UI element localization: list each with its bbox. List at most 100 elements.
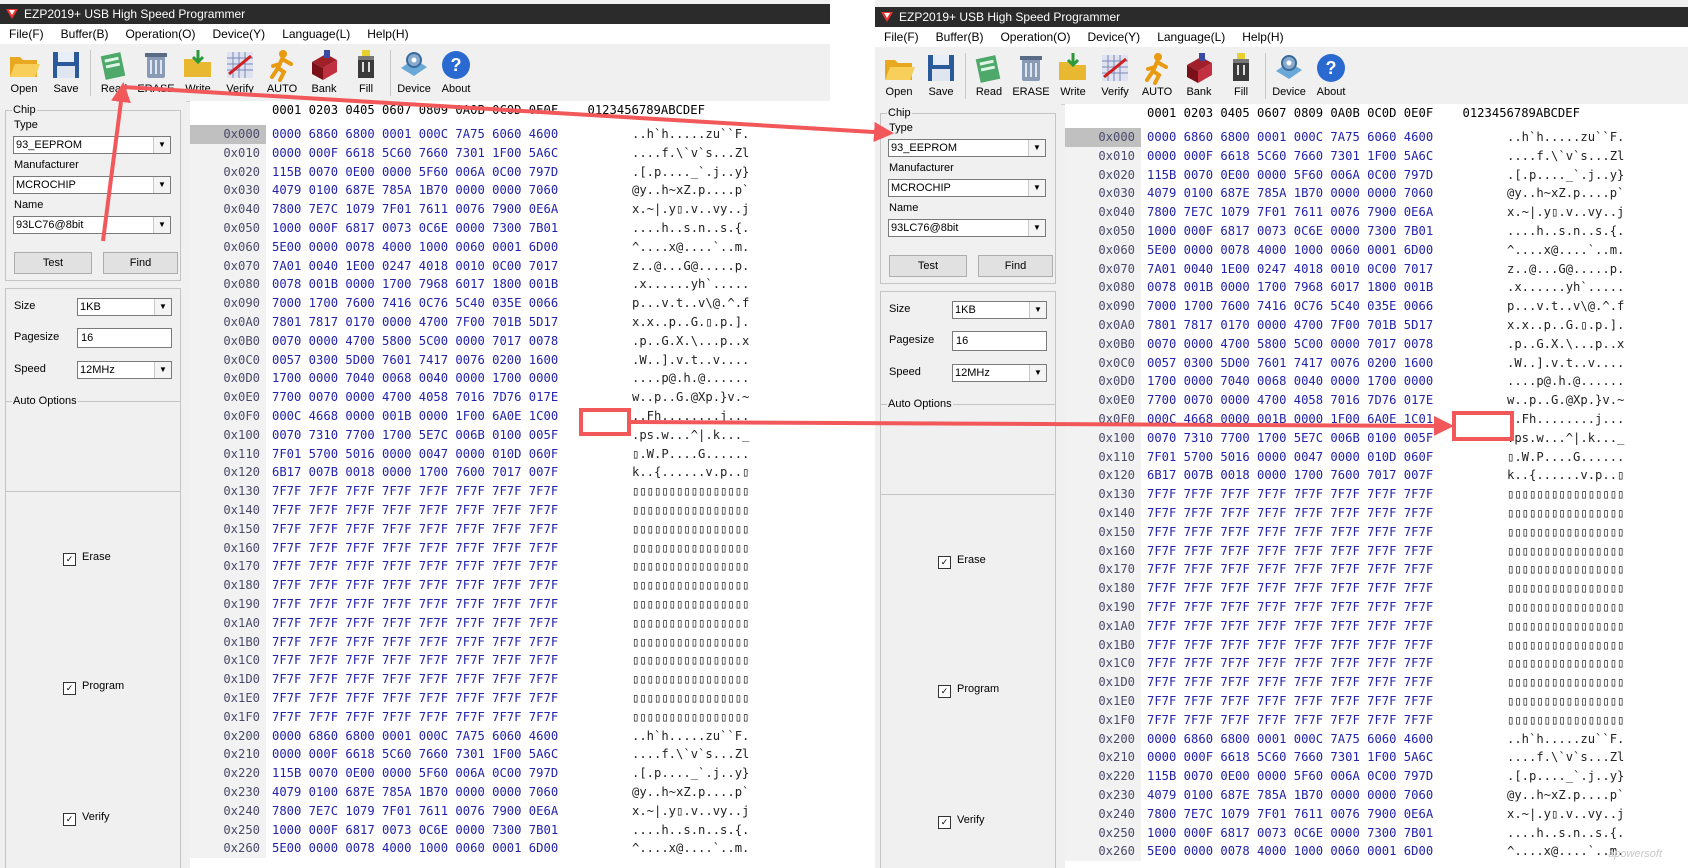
hex-row[interactable]: 0x170 7F7F 7F7F 7F7F 7F7F 7F7F 7F7F 7F7F … xyxy=(1065,560,1688,580)
hex-row-bytes[interactable]: 7F7F 7F7F 7F7F 7F7F 7F7F 7F7F 7F7F 7F7F xyxy=(272,539,558,558)
hex-row-bytes[interactable]: 1000 000F 6817 0073 0C6E 0000 7300 7B01 xyxy=(1147,824,1433,843)
bank-button[interactable]: Bank xyxy=(1179,51,1219,101)
hex-row[interactable]: 0x080 0078 001B 0000 1700 7968 6017 1800 … xyxy=(1065,278,1688,298)
hex-row[interactable]: 0x060 5E00 0000 0078 4000 1000 0060 0001 … xyxy=(1065,240,1688,260)
chevron-down-icon[interactable]: ▼ xyxy=(154,299,171,315)
hex-row-bytes[interactable]: 000C 4668 0000 001B 0000 1F00 6A0E 1C00 xyxy=(272,407,558,426)
menu-file[interactable]: File(F) xyxy=(0,24,52,41)
hex-row-bytes[interactable]: 7F7F 7F7F 7F7F 7F7F 7F7F 7F7F 7F7F 7F7F xyxy=(1147,654,1433,673)
hex-row[interactable]: 0x050 1000 000F 6817 0073 0C6E 0000 7300 … xyxy=(190,219,830,238)
pagesize-field[interactable]: 16 xyxy=(77,328,172,348)
write-button[interactable]: Write xyxy=(178,48,218,98)
hex-row[interactable]: 0x1F0 7F7F 7F7F 7F7F 7F7F 7F7F 7F7F 7F7F … xyxy=(1065,710,1688,730)
hex-row-bytes[interactable]: 7000 1700 7600 7416 0C76 5C40 035E 0066 xyxy=(272,294,558,313)
hex-row[interactable]: 0x230 4079 0100 687E 785A 1B70 0000 0000 … xyxy=(190,783,830,802)
hex-row-bytes[interactable]: 0000 6860 6800 0001 000C 7A75 6060 4600 xyxy=(272,727,558,746)
hex-row-bytes[interactable]: 0078 001B 0000 1700 7968 6017 1800 001B xyxy=(1147,278,1433,297)
hex-row[interactable]: 0x140 7F7F 7F7F 7F7F 7F7F 7F7F 7F7F 7F7F … xyxy=(190,501,830,520)
hex-row-bytes[interactable]: 0057 0300 5D00 7601 7417 0076 0200 1600 xyxy=(272,351,558,370)
hex-row-bytes[interactable]: 4079 0100 687E 785A 1B70 0000 0000 7060 xyxy=(272,783,558,802)
hex-row[interactable]: 0x1F0 7F7F 7F7F 7F7F 7F7F 7F7F 7F7F 7F7F … xyxy=(190,707,830,727)
hex-row-bytes[interactable]: 7F7F 7F7F 7F7F 7F7F 7F7F 7F7F 7F7F 7F7F xyxy=(272,689,558,708)
hex-editor[interactable]: 0001 0203 0405 0607 0809 0A0B 0C0D 0E0F … xyxy=(190,101,830,868)
menu-operation[interactable]: Operation(O) xyxy=(991,27,1078,44)
hex-row[interactable]: 0x100 0070 7310 7700 1700 5E7C 006B 0100 … xyxy=(1065,428,1688,448)
test-button[interactable]: Test xyxy=(14,252,92,274)
hex-row-bytes[interactable]: 7800 7E7C 1079 7F01 7611 0076 7900 0E6A xyxy=(272,200,558,219)
hex-row-bytes[interactable]: 0070 7310 7700 1700 5E7C 006B 0100 005F xyxy=(272,426,558,445)
device-button[interactable]: Device xyxy=(1269,51,1309,101)
hex-row-bytes[interactable]: 7800 7E7C 1079 7F01 7611 0076 7900 0E6A xyxy=(1147,203,1433,222)
hex-row[interactable]: 0x0E0 7700 0070 0000 4700 4058 7016 7D76 … xyxy=(1065,391,1688,410)
hex-row-bytes[interactable]: 7F7F 7F7F 7F7F 7F7F 7F7F 7F7F 7F7F 7F7F xyxy=(272,595,558,614)
hex-row-bytes[interactable]: 7F7F 7F7F 7F7F 7F7F 7F7F 7F7F 7F7F 7F7F xyxy=(272,708,558,727)
hex-row[interactable]: 0x000 0000 6860 6800 0001 000C 7A75 6060 … xyxy=(190,125,830,144)
hex-row-bytes[interactable]: 0070 0000 4700 5800 5C00 0000 7017 0078 xyxy=(1147,335,1433,354)
hex-row[interactable]: 0x260 5E00 0000 0078 4000 1000 0060 0001 … xyxy=(190,839,830,859)
chevron-down-icon[interactable]: ▼ xyxy=(1028,180,1045,196)
hex-row[interactable]: 0x020 115B 0070 0E00 0000 5F60 006A 0C00 … xyxy=(1065,165,1688,185)
hex-row[interactable]: 0x250 1000 000F 6817 0073 0C6E 0000 7300 … xyxy=(190,820,830,840)
auto-button[interactable]: AUTO xyxy=(1137,51,1177,101)
hex-row-bytes[interactable]: 7F7F 7F7F 7F7F 7F7F 7F7F 7F7F 7F7F 7F7F xyxy=(1147,711,1433,730)
hex-row-bytes[interactable]: 0000 6860 6800 0001 000C 7A75 6060 4600 xyxy=(1147,730,1433,749)
hex-row[interactable]: 0x1D0 7F7F 7F7F 7F7F 7F7F 7F7F 7F7F 7F7F … xyxy=(190,670,830,689)
chip-name-select[interactable]: 93LC76@8bit ▼ xyxy=(888,219,1046,237)
hex-row-bytes[interactable]: 7700 0070 0000 4700 4058 7016 7D76 017E xyxy=(272,388,558,407)
save-button[interactable]: Save xyxy=(921,51,961,101)
hex-row[interactable]: 0x180 7F7F 7F7F 7F7F 7F7F 7F7F 7F7F 7F7F … xyxy=(1065,579,1688,598)
chip-name-select[interactable]: 93LC76@8bit ▼ xyxy=(13,216,171,234)
hex-row-bytes[interactable]: 4079 0100 687E 785A 1B70 0000 0000 7060 xyxy=(272,181,558,200)
type-select[interactable]: 93_EEPROM ▼ xyxy=(888,139,1046,157)
hex-row[interactable]: 0x220 115B 0070 0E00 0000 5F60 006A 0C00 … xyxy=(1065,767,1688,786)
hex-row[interactable]: 0x240 7800 7E7C 1079 7F01 7611 0076 7900 … xyxy=(1065,804,1688,824)
hex-row[interactable]: 0x130 7F7F 7F7F 7F7F 7F7F 7F7F 7F7F 7F7F … xyxy=(1065,485,1688,504)
hex-row-bytes[interactable]: 0000 000F 6618 5C60 7660 7301 1F00 5A6C xyxy=(272,745,558,764)
open-button[interactable]: Open xyxy=(879,51,919,101)
hex-row[interactable]: 0x210 0000 000F 6618 5C60 7660 7301 1F00 … xyxy=(190,745,830,765)
hex-row[interactable]: 0x020 115B 0070 0E00 0000 5F60 006A 0C00 … xyxy=(190,162,830,182)
hex-row[interactable]: 0x1A0 7F7F 7F7F 7F7F 7F7F 7F7F 7F7F 7F7F … xyxy=(1065,616,1688,636)
hex-row[interactable]: 0x0D0 1700 0000 7040 0068 0040 0000 1700 … xyxy=(190,369,830,389)
hex-row[interactable]: 0x160 7F7F 7F7F 7F7F 7F7F 7F7F 7F7F 7F7F … xyxy=(190,538,830,558)
manufacturer-select[interactable]: MCROCHIP ▼ xyxy=(13,176,171,194)
type-select[interactable]: 93_EEPROM ▼ xyxy=(13,136,171,154)
hex-row-bytes[interactable]: 7700 0070 0000 4700 4058 7016 7D76 017E xyxy=(1147,391,1433,410)
hex-row[interactable]: 0x090 7000 1700 7600 7416 0C76 5C40 035E … xyxy=(190,294,830,313)
hex-row[interactable]: 0x0C0 0057 0300 5D00 7601 7417 0076 0200 … xyxy=(1065,353,1688,373)
hex-row-bytes[interactable]: 115B 0070 0E00 0000 5F60 006A 0C00 797D xyxy=(272,163,558,182)
hex-row[interactable]: 0x230 4079 0100 687E 785A 1B70 0000 0000 … xyxy=(1065,786,1688,805)
hex-row-bytes[interactable]: 0000 6860 6800 0001 000C 7A75 6060 4600 xyxy=(272,125,558,144)
hex-row-bytes[interactable]: 7801 7817 0170 0000 4700 7F00 701B 5D17 xyxy=(272,313,558,332)
verify-checkbox[interactable]: ✓ Verify xyxy=(63,811,110,826)
hex-row-bytes[interactable]: 7F7F 7F7F 7F7F 7F7F 7F7F 7F7F 7F7F 7F7F xyxy=(272,557,558,576)
hex-row[interactable]: 0x1A0 7F7F 7F7F 7F7F 7F7F 7F7F 7F7F 7F7F … xyxy=(190,613,830,633)
hex-row-bytes[interactable]: 7801 7817 0170 0000 4700 7F00 701B 5D17 xyxy=(1147,316,1433,335)
hex-row-bytes[interactable]: 7F7F 7F7F 7F7F 7F7F 7F7F 7F7F 7F7F 7F7F xyxy=(1147,542,1433,561)
size-select[interactable]: 1KB ▼ xyxy=(77,298,172,316)
hex-row-bytes[interactable]: 6B17 007B 0018 0000 1700 7600 7017 007F xyxy=(1147,466,1433,485)
hex-row[interactable]: 0x030 4079 0100 687E 785A 1B70 0000 0000 … xyxy=(190,181,830,201)
chevron-down-icon[interactable]: ▼ xyxy=(1028,220,1045,236)
hex-row-bytes[interactable]: 7F7F 7F7F 7F7F 7F7F 7F7F 7F7F 7F7F 7F7F xyxy=(1147,617,1433,636)
menu-buffer[interactable]: Buffer(B) xyxy=(52,24,117,41)
menu-file[interactable]: File(F) xyxy=(875,27,927,44)
hex-row[interactable]: 0x010 0000 000F 6618 5C60 7660 7301 1F00 … xyxy=(1065,146,1688,166)
hex-row[interactable]: 0x150 7F7F 7F7F 7F7F 7F7F 7F7F 7F7F 7F7F … xyxy=(1065,522,1688,542)
hex-row-bytes[interactable]: 5E00 0000 0078 4000 1000 0060 0001 6D00 xyxy=(272,839,558,858)
hex-row-bytes[interactable]: 0000 6860 6800 0001 000C 7A75 6060 4600 xyxy=(1147,128,1433,147)
hex-row[interactable]: 0x200 0000 6860 6800 0001 000C 7A75 6060 … xyxy=(1065,729,1688,749)
hex-row[interactable]: 0x160 7F7F 7F7F 7F7F 7F7F 7F7F 7F7F 7F7F … xyxy=(1065,541,1688,561)
find-button[interactable]: Find xyxy=(103,252,178,274)
hex-row-bytes[interactable]: 0000 000F 6618 5C60 7660 7301 1F00 5A6C xyxy=(272,144,558,163)
hex-row[interactable]: 0x000 0000 6860 6800 0001 000C 7A75 6060 … xyxy=(1065,128,1688,147)
hex-row[interactable]: 0x010 0000 000F 6618 5C60 7660 7301 1F00 … xyxy=(190,143,830,163)
chevron-down-icon[interactable]: ▼ xyxy=(1029,302,1046,318)
hex-row-bytes[interactable]: 7F7F 7F7F 7F7F 7F7F 7F7F 7F7F 7F7F 7F7F xyxy=(272,633,558,652)
hex-row-bytes[interactable]: 7F7F 7F7F 7F7F 7F7F 7F7F 7F7F 7F7F 7F7F xyxy=(1147,692,1433,711)
hex-row-bytes[interactable]: 7F01 5700 5016 0000 0047 0000 010D 060F xyxy=(1147,448,1433,467)
hex-row[interactable]: 0x1B0 7F7F 7F7F 7F7F 7F7F 7F7F 7F7F 7F7F … xyxy=(190,632,830,652)
hex-row[interactable]: 0x110 7F01 5700 5016 0000 0047 0000 010D … xyxy=(1065,447,1688,467)
hex-row-bytes[interactable]: 1000 000F 6817 0073 0C6E 0000 7300 7B01 xyxy=(272,821,558,840)
hex-row-bytes[interactable]: 5E00 0000 0078 4000 1000 0060 0001 6D00 xyxy=(1147,842,1433,861)
